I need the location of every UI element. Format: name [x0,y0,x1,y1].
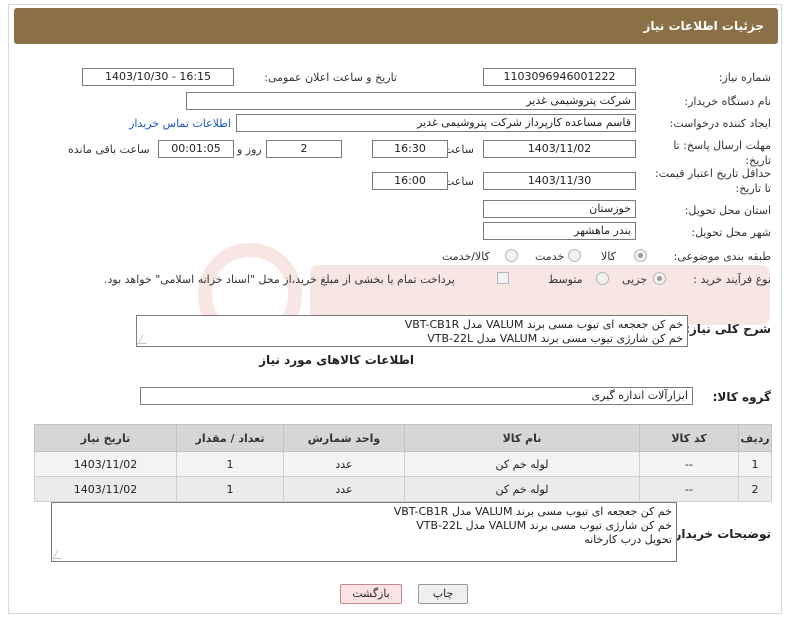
days-label: روز و [237,143,262,156]
announce-label: تاریخ و ساعت اعلان عمومی: [264,71,397,84]
cell-date: 1403/11/02 [34,476,177,502]
category-label: طبقه بندی موضوعی: [673,250,771,263]
back-button[interactable]: بازگشت [340,584,402,604]
resize-handle-icon[interactable] [52,550,67,559]
remaining-label: ساعت باقی مانده [68,143,150,156]
buyer-notes-line-1: خم کن جعجعه ای تیوب مسی برند VALUM مدل V… [393,505,672,518]
goods-section-title: اطلاعات کالاهای مورد نیاز [259,353,414,367]
cell-name: لوله خم کن [404,476,640,502]
need-number-field[interactable]: 1103096946001222 [483,68,636,86]
validity-time-field[interactable]: 16:00 [372,172,448,190]
category-radio-goods-service[interactable] [505,249,518,262]
validity-label: حداقل تاریخ اعتبار قیمت: تا تاریخ: [655,167,771,195]
days-field[interactable]: 2 [266,140,342,158]
buyer-org-field[interactable]: شرکت پتروشیمی غدیر [186,92,636,110]
cell-row: 1 [738,451,772,477]
print-button[interactable]: چاپ [418,584,468,604]
need-number-label: شماره نیاز: [718,71,771,84]
category-option-goods: کالا [601,250,616,263]
validity-time-label: ساعت [444,175,474,188]
province-label: استان محل تحویل: [684,204,771,217]
col-code-header: کد کالا [639,424,739,452]
category-option-goods-service: کالا/خدمت [442,250,490,263]
purchase-type-label: نوع فرآیند خرید : [693,273,771,286]
buyer-notes-line-2: خم کن شارژی تیوب مسی برند VALUM مدل VTB-… [416,519,672,532]
treasury-payment-note: پرداخت تمام یا بخشی از مبلغ خرید،از محل … [104,273,455,286]
cell-date: 1403/11/02 [34,451,177,477]
buyer-notes-textarea[interactable]: خم کن جعجعه ای تیوب مسی برند VALUM مدل V… [51,502,677,562]
col-name-header: نام کالا [404,424,640,452]
purchase-option-medium: متوسط [548,273,583,286]
page-header: جزئیات اطلاعات نیاز [14,8,778,44]
category-radio-service[interactable] [568,249,581,262]
goods-group-label: گروه کالا: [712,390,771,404]
table-row[interactable]: 2 -- لوله خم کن عدد 1 1403/11/02 [34,476,772,502]
remaining-time-field[interactable]: 00:01:05 [158,140,234,158]
creator-label: ایجاد کننده درخواست: [669,117,771,130]
buyer-notes-line-3: تحویل درب کارخانه [584,533,672,546]
items-table: ردیف کد کالا نام کالا واحد شمارش تعداد /… [34,424,772,502]
summary-line-2: خم کن شارژی تیوب مسی برند VALUM مدل VTB-… [427,332,683,345]
treasury-payment-checkbox[interactable] [497,272,509,284]
city-label: شهر محل تحویل: [691,226,771,239]
goods-group-field[interactable]: ابزارآلات اندازه گیری [140,387,693,405]
table-header-row: ردیف کد کالا نام کالا واحد شمارش تعداد /… [34,424,772,452]
province-field[interactable]: خوزستان [483,200,636,218]
deadline-time-field[interactable]: 16:30 [372,140,448,158]
contact-buyer-link[interactable]: اطلاعات تماس خریدار [129,117,231,130]
col-qty-header: تعداد / مقدار [176,424,284,452]
cell-qty: 1 [176,476,284,502]
cell-unit: عدد [283,476,405,502]
summary-label: شرح کلی نیاز: [685,322,771,336]
deadline-label: مهلت ارسال پاسخ: تا تاریخ: [673,139,771,167]
deadline-time-label: ساعت [444,143,474,156]
buyer-notes-label: توضیحات خریدار: [669,527,771,541]
summary-textarea[interactable]: خم کن جعجعه ای تیوب مسی برند VALUM مدل V… [136,315,688,347]
cell-code: -- [639,451,739,477]
col-unit-header: واحد شمارش [283,424,405,452]
table-row[interactable]: 1 -- لوله خم کن عدد 1 1403/11/02 [34,451,772,477]
creator-field[interactable]: قاسم مساعده کارپرداز شرکت پتروشیمی غدیر [236,114,636,132]
cell-row: 2 [738,476,772,502]
purchase-radio-medium[interactable] [596,272,609,285]
buyer-org-label: نام دستگاه خریدار: [684,95,771,108]
purchase-option-minor: جزیی [622,273,648,286]
deadline-date-field[interactable]: 1403/11/02 [483,140,636,158]
city-field[interactable]: بندر ماهشهر [483,222,636,240]
summary-line-1: خم کن جعجعه ای تیوب مسی برند VALUM مدل V… [404,318,683,331]
col-row-header: ردیف [738,424,772,452]
category-option-service: خدمت [535,250,565,263]
category-radio-goods[interactable] [634,249,647,262]
cell-unit: عدد [283,451,405,477]
purchase-radio-minor[interactable] [653,272,666,285]
announce-field[interactable]: 1403/10/30 - 16:15 [82,68,234,86]
cell-qty: 1 [176,451,284,477]
page-title: جزئیات اطلاعات نیاز [643,19,764,33]
col-date-header: تاریخ نیاز [34,424,177,452]
cell-name: لوله خم کن [404,451,640,477]
validity-date-field[interactable]: 1403/11/30 [483,172,636,190]
cell-code: -- [639,476,739,502]
